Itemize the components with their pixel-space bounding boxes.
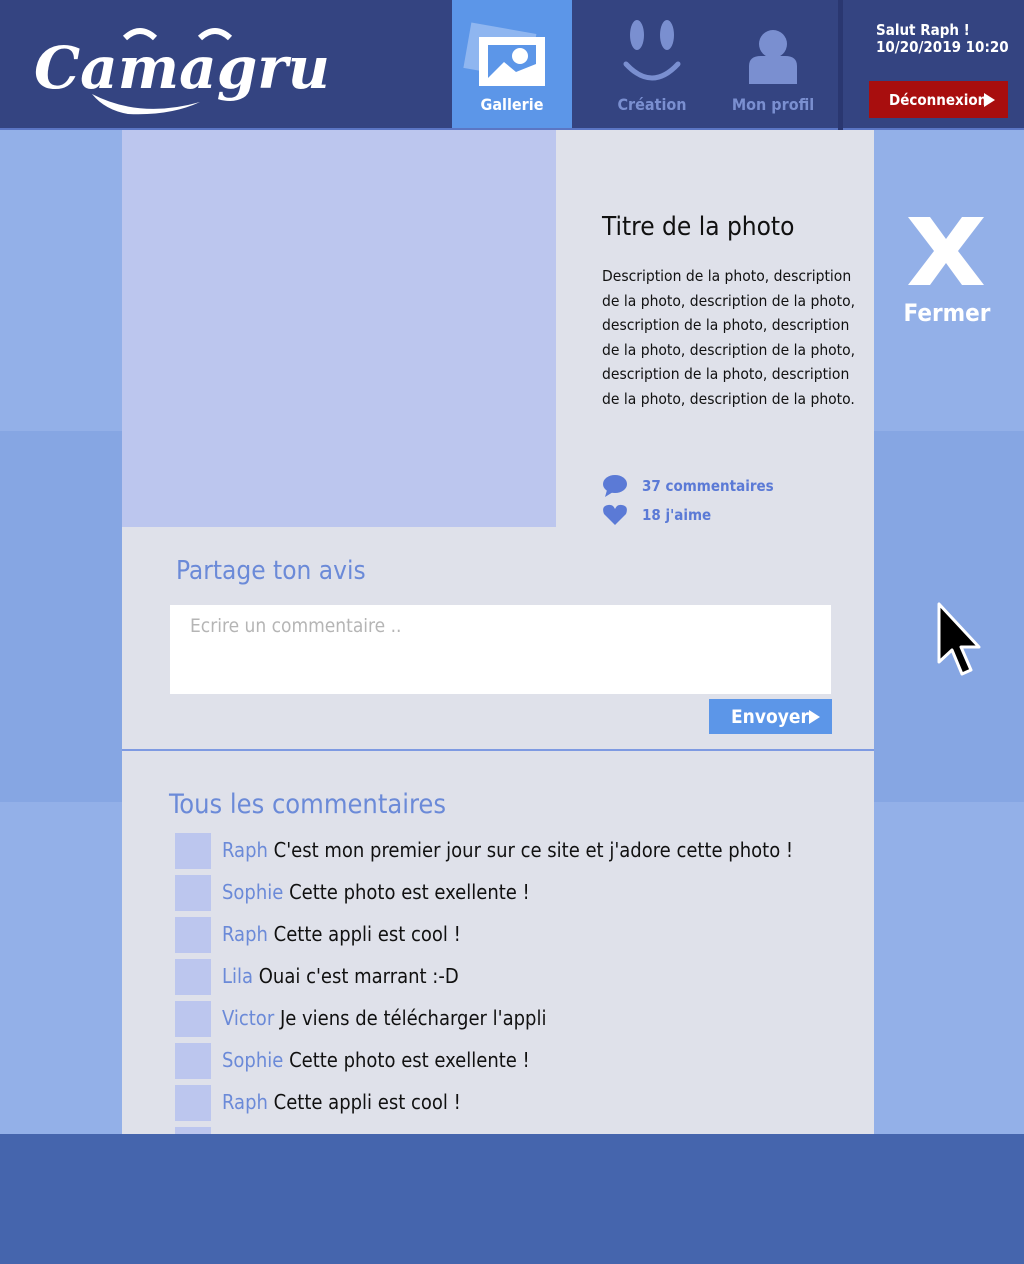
close-icon — [908, 217, 984, 285]
avatar[interactable] — [175, 1127, 211, 1134]
play-arrow-icon — [984, 93, 995, 107]
nav-tab-gallerie[interactable]: Gallerie — [452, 0, 572, 128]
smiley-face-icon — [623, 20, 681, 81]
section-divider — [122, 749, 874, 751]
close-label: Fermer — [903, 299, 991, 327]
comment-author[interactable]: Sophie — [222, 880, 283, 904]
comment-row: Victor Je viens de télécharger l'appli — [175, 1001, 855, 1043]
avatar[interactable] — [175, 1085, 211, 1121]
comments-count-text: 37 commentaires — [642, 477, 774, 495]
comment-author[interactable]: Raph — [222, 838, 268, 862]
nav-label-creation: Création — [617, 95, 687, 114]
avatar[interactable] — [175, 1001, 211, 1037]
comment-text: Cette photo est exellente ! — [289, 880, 530, 904]
background-band-bottom — [0, 1134, 1024, 1264]
datetime-text: 10/20/2019 10:20 — [876, 38, 1009, 56]
comment-input[interactable] — [170, 605, 831, 694]
speech-bubble-icon — [603, 475, 627, 497]
logout-label: Déconnexion — [889, 90, 988, 109]
comment-row — [175, 1127, 855, 1134]
comments-list: Raph C'est mon premier jour sur ce site … — [175, 833, 855, 1134]
comment-text: Cette appli est cool ! — [273, 1090, 461, 1114]
all-comments-title: Tous les commentaires — [169, 789, 446, 820]
comment-author[interactable]: Victor — [222, 1006, 274, 1030]
play-arrow-icon — [809, 710, 820, 724]
comment-row: Sophie Cette photo est exellente ! — [175, 1043, 855, 1085]
send-button[interactable]: Envoyer — [709, 699, 832, 734]
logo-text: Camagru — [34, 34, 330, 102]
send-label: Envoyer — [731, 705, 809, 728]
comment-text: Ouai c'est marrant :-D — [258, 964, 459, 988]
mouse-pointer-icon — [937, 602, 981, 676]
comment-author[interactable]: Lila — [222, 964, 253, 988]
user-greeting-block: Salut Raph ! 10/20/2019 10:20 — [876, 22, 1009, 56]
logout-button[interactable]: Déconnexion — [869, 81, 1008, 118]
likes-count-text: 18 j'aime — [642, 506, 712, 524]
comment-text: C'est mon premier jour sur ce site et j'… — [273, 838, 794, 862]
comment-text: Cette appli est cool ! — [273, 922, 461, 946]
nav-label-mon-profil: Mon profil — [731, 95, 815, 114]
avatar[interactable] — [175, 833, 211, 869]
greeting-text: Salut Raph ! — [876, 21, 970, 39]
comment-text: Cette photo est exellente ! — [289, 1048, 530, 1072]
comment-author[interactable]: Raph — [222, 1090, 268, 1114]
comment-text: Je viens de télécharger l'appli — [279, 1006, 547, 1030]
share-title: Partage ton avis — [176, 556, 366, 586]
nav-label-gallerie: Gallerie — [480, 95, 544, 114]
photo-title: Titre de la photo — [602, 212, 795, 242]
photo-detail-panel: Titre de la photo Description de la phot… — [122, 130, 874, 1134]
comments-count[interactable]: 37 commentaires — [602, 474, 774, 498]
avatar[interactable] — [175, 959, 211, 995]
comment-row: Raph Cette appli est cool ! — [175, 1085, 855, 1127]
avatar[interactable] — [175, 875, 211, 911]
top-header: Camagru Gallerie Création Mon profil Sal… — [0, 0, 1024, 130]
user-profile-icon — [749, 30, 797, 84]
comment-author[interactable]: Raph — [222, 922, 268, 946]
likes-count[interactable]: 18 j'aime — [602, 503, 711, 527]
avatar[interactable] — [175, 917, 211, 953]
comment-row: Raph C'est mon premier jour sur ce site … — [175, 833, 855, 875]
nav-tab-creation[interactable]: Création — [592, 0, 712, 128]
gallery-photo-icon — [463, 22, 545, 86]
photo-description: Description de la photo, description de … — [602, 267, 856, 408]
avatar[interactable] — [175, 1043, 211, 1079]
comment-row: Lila Ouai c'est marrant :-D — [175, 959, 855, 1001]
nav-tab-mon-profil[interactable]: Mon profil — [713, 0, 833, 128]
close-button[interactable]: Fermer — [900, 210, 994, 335]
camagru-logo[interactable]: Camagru — [30, 24, 350, 119]
comment-row: Sophie Cette photo est exellente ! — [175, 875, 855, 917]
heart-icon — [603, 504, 627, 525]
comment-author[interactable]: Sophie — [222, 1048, 283, 1072]
header-divider — [838, 0, 843, 130]
comment-row: Raph Cette appli est cool ! — [175, 917, 855, 959]
photo-placeholder — [122, 130, 556, 527]
